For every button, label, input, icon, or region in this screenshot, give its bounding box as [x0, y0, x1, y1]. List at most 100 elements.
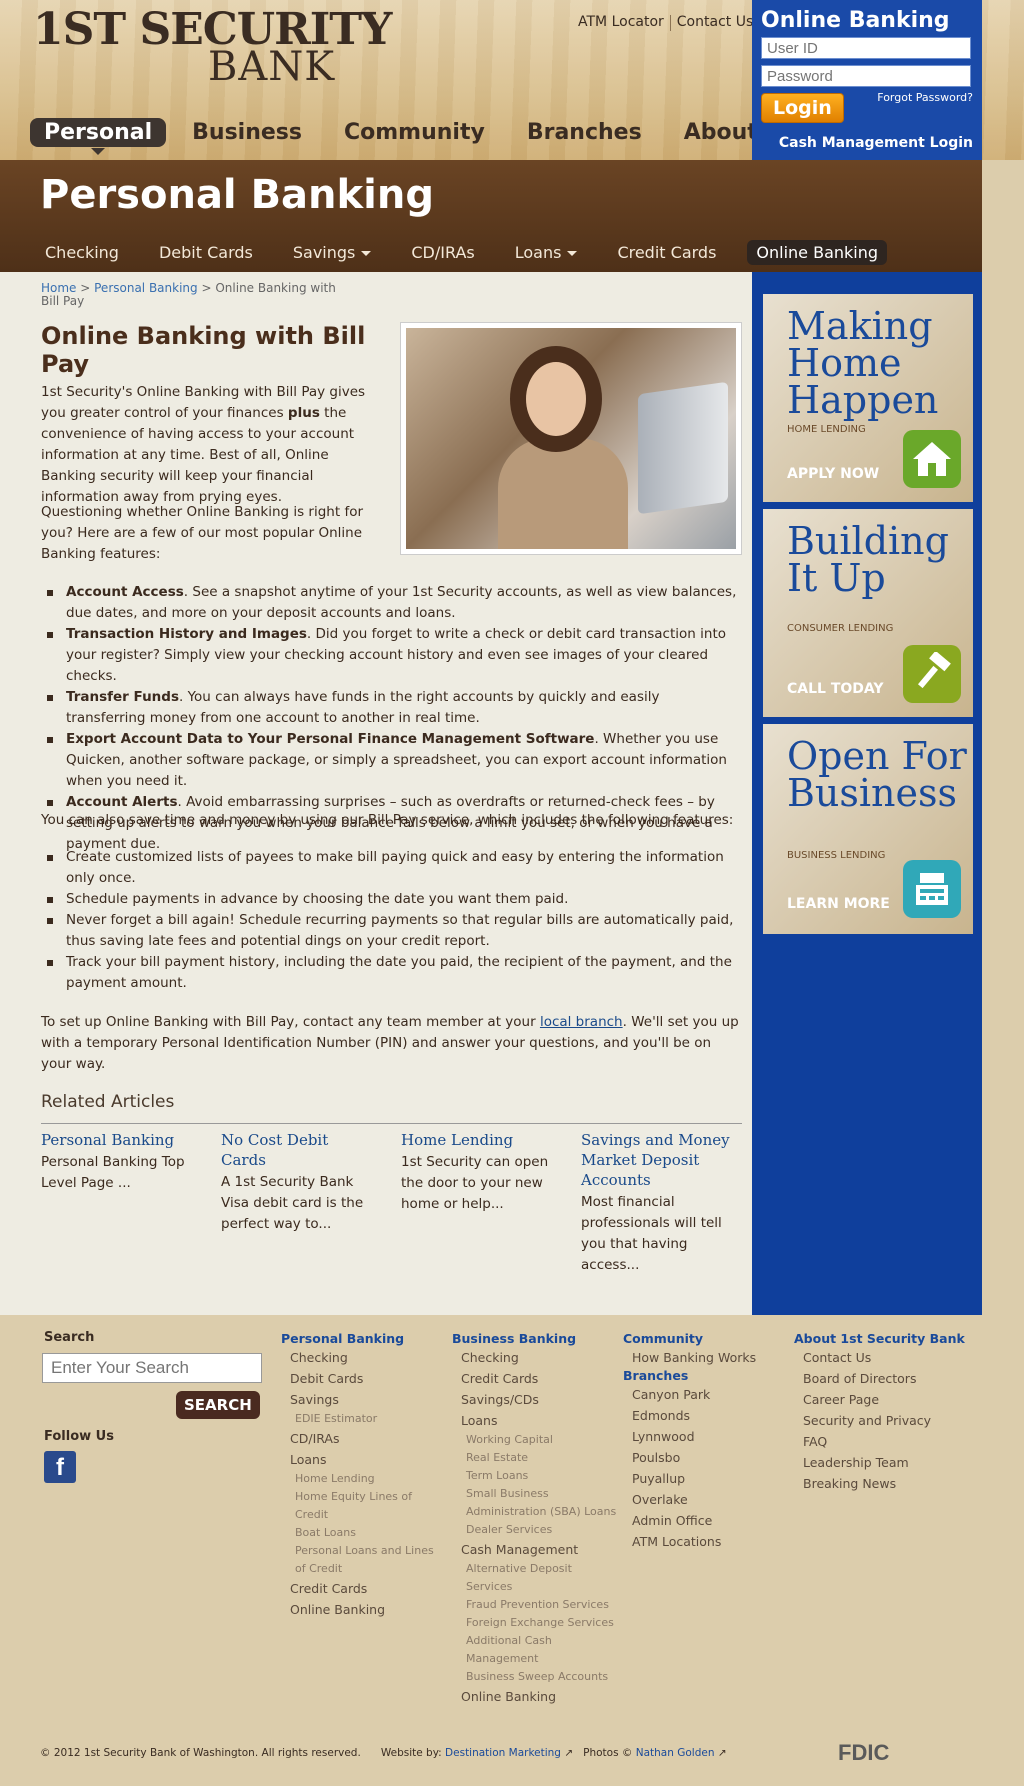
promo-home-lending[interactable]: Making Home Happen HOME LENDING APPLY NO…	[763, 294, 973, 502]
list-item: Transaction History and Images. Did you …	[41, 624, 743, 687]
footer-link[interactable]: Online Banking	[281, 1599, 441, 1620]
footer-col-about: About 1st Security Bank Contact Us Board …	[794, 1331, 974, 1494]
footer-link[interactable]: EDIE Estimator	[281, 1410, 441, 1428]
related-article-link[interactable]: Home Lending	[401, 1130, 556, 1150]
main-content: Home > Personal Banking > Online Banking…	[0, 272, 752, 1315]
call-today-link[interactable]: CALL TODAY	[787, 681, 884, 697]
footer-link[interactable]: Career Page	[794, 1389, 974, 1410]
subnav-debit-cards[interactable]: Debit Cards	[150, 240, 262, 265]
footer-link[interactable]: Credit Cards	[281, 1578, 441, 1599]
footer-link[interactable]: Canyon Park	[623, 1384, 783, 1405]
local-branch-link[interactable]: local branch	[540, 1014, 623, 1030]
footer-link[interactable]: Dealer Services	[452, 1521, 617, 1539]
footer-link[interactable]: Small Business Administration (SBA) Loan…	[452, 1485, 617, 1521]
learn-more-link[interactable]: LEARN MORE	[787, 896, 890, 912]
list-item: Create customized lists of payees to mak…	[41, 847, 743, 889]
subnav-savings[interactable]: Savings	[284, 240, 381, 265]
search-button[interactable]: SEARCH	[176, 1391, 260, 1419]
destination-marketing-link[interactable]: Destination Marketing	[445, 1747, 561, 1759]
breadcrumb-personal-banking[interactable]: Personal Banking	[94, 281, 198, 295]
footer-link[interactable]: Alternative Deposit Services	[452, 1560, 617, 1596]
footer-link[interactable]: Poulsbo	[623, 1447, 783, 1468]
sub-nav: Checking Debit Cards Savings CD/IRAs Loa…	[32, 240, 891, 265]
footer-link[interactable]: Business Sweep Accounts	[452, 1668, 617, 1686]
subnav-loans[interactable]: Loans	[506, 240, 587, 265]
search-input[interactable]	[42, 1353, 262, 1383]
footer-link[interactable]: FAQ	[794, 1431, 974, 1452]
subnav-cd-iras[interactable]: CD/IRAs	[402, 240, 483, 265]
footer-heading[interactable]: Personal Banking	[281, 1331, 441, 1347]
nav-personal[interactable]: Personal	[30, 118, 167, 155]
related-article-link[interactable]: Personal Banking	[41, 1130, 196, 1150]
footer-heading[interactable]: Community	[623, 1331, 783, 1347]
footer-heading[interactable]: Business Banking	[452, 1331, 617, 1347]
related-article-link[interactable]: Savings and Money Market Deposit Account…	[581, 1130, 736, 1190]
forgot-password-link[interactable]: Forgot Password?	[877, 91, 973, 104]
footer-col-community: Community How Banking Works Branches Can…	[623, 1331, 783, 1552]
footer-link[interactable]: Real Estate	[452, 1449, 617, 1467]
footer-link[interactable]: ATM Locations	[623, 1531, 783, 1552]
footer-link[interactable]: Leadership Team	[794, 1452, 974, 1473]
footer-link[interactable]: Working Capital	[452, 1431, 617, 1449]
page-gutter	[982, 160, 1024, 1315]
footer-link[interactable]: Board of Directors	[794, 1368, 974, 1389]
apply-now-link[interactable]: APPLY NOW	[787, 466, 879, 482]
user-id-field[interactable]	[761, 37, 971, 59]
footer-heading[interactable]: Branches	[623, 1368, 783, 1384]
chevron-down-icon	[567, 251, 578, 256]
footer-link[interactable]: Personal Loans and Lines of Credit	[281, 1542, 441, 1578]
footer-link[interactable]: Admin Office	[623, 1510, 783, 1531]
footer-link[interactable]: Home Equity Lines of Credit	[281, 1488, 441, 1524]
login-button[interactable]: Login	[761, 93, 844, 123]
nathan-golden-link[interactable]: Nathan Golden	[636, 1747, 715, 1759]
follow-us-label: Follow Us	[44, 1429, 114, 1444]
footer-link[interactable]: Checking	[452, 1347, 617, 1368]
footer-link[interactable]: Home Lending	[281, 1470, 441, 1488]
footer-link[interactable]: Savings	[281, 1389, 441, 1410]
footer-link[interactable]: Loans	[452, 1410, 617, 1431]
list-item: Account Access. See a snapshot anytime o…	[41, 582, 743, 624]
subnav-credit-cards[interactable]: Credit Cards	[608, 240, 725, 265]
facebook-icon[interactable]: f	[44, 1451, 76, 1483]
footer-link[interactable]: Lynnwood	[623, 1426, 783, 1447]
footer-link[interactable]: Term Loans	[452, 1467, 617, 1485]
footer-link[interactable]: Puyallup	[623, 1468, 783, 1489]
nav-business[interactable]: Business	[192, 118, 302, 147]
external-link-icon: ↗	[564, 1747, 574, 1759]
promo-label: CONSUMER LENDING	[787, 623, 894, 634]
footer-link[interactable]: Edmonds	[623, 1405, 783, 1426]
footer-link[interactable]: Security and Privacy	[794, 1410, 974, 1431]
footer-link[interactable]: Boat Loans	[281, 1524, 441, 1542]
password-field[interactable]	[761, 65, 971, 87]
footer-link[interactable]: Checking	[281, 1347, 441, 1368]
promo-consumer-lending[interactable]: Building It Up CONSUMER LENDING CALL TOD…	[763, 509, 973, 717]
footer-link[interactable]: Fraud Prevention Services	[452, 1596, 617, 1614]
footer-link[interactable]: Savings/CDs	[452, 1389, 617, 1410]
related-article-link[interactable]: No Cost Debit Cards	[221, 1130, 376, 1170]
logo-subtext[interactable]: BANK	[208, 44, 335, 90]
footer-link[interactable]: Overlake	[623, 1489, 783, 1510]
nav-community[interactable]: Community	[344, 118, 485, 147]
footer-link[interactable]: Contact Us	[794, 1347, 974, 1368]
contact-us-link[interactable]: Contact Us	[671, 14, 759, 31]
footer-link[interactable]: Credit Cards	[452, 1368, 617, 1389]
footer-link[interactable]: How Banking Works	[623, 1347, 783, 1368]
subnav-online-banking[interactable]: Online Banking	[747, 240, 888, 265]
footer-link[interactable]: Cash Management	[452, 1539, 617, 1560]
breadcrumb-home[interactable]: Home	[41, 281, 76, 295]
footer-link[interactable]: Online Banking	[452, 1686, 617, 1707]
footer-heading[interactable]: About 1st Security Bank	[794, 1331, 974, 1347]
promo-title: Building It Up	[787, 519, 949, 600]
nav-branches[interactable]: Branches	[527, 118, 642, 147]
footer-link[interactable]: CD/IRAs	[281, 1428, 441, 1449]
footer-link[interactable]: Breaking News	[794, 1473, 974, 1494]
cash-management-login-link[interactable]: Cash Management Login	[761, 135, 973, 151]
footer-link[interactable]: Debit Cards	[281, 1368, 441, 1389]
footer-link[interactable]: Additional Cash Management	[452, 1632, 617, 1668]
footer-link[interactable]: Foreign Exchange Services	[452, 1614, 617, 1632]
promo-business-lending[interactable]: Open For Business BUSINESS LENDING LEARN…	[763, 724, 973, 934]
subnav-checking[interactable]: Checking	[36, 240, 128, 265]
atm-locator-link[interactable]: ATM Locator	[572, 14, 670, 31]
footer-link[interactable]: Loans	[281, 1449, 441, 1470]
promo-label: BUSINESS LENDING	[787, 850, 886, 861]
